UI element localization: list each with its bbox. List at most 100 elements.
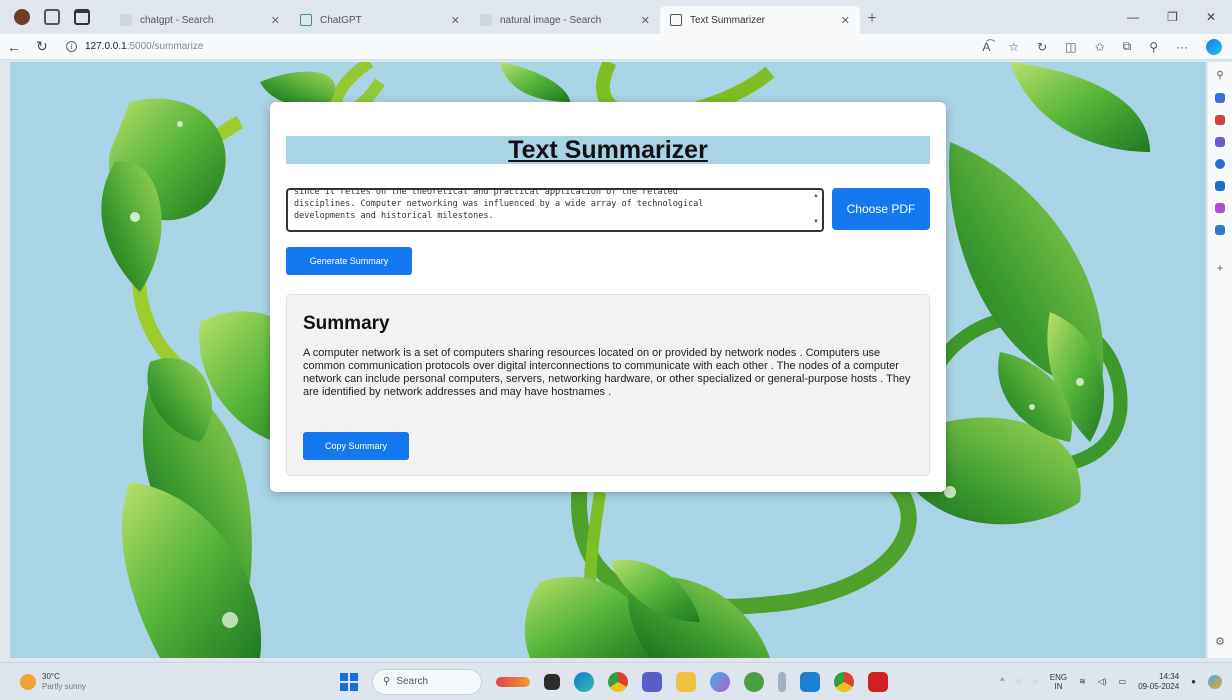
restore-icon[interactable]: ❐ bbox=[1167, 10, 1178, 24]
file-explorer-icon[interactable] bbox=[544, 673, 560, 690]
tab-title: Text Summarizer bbox=[690, 14, 766, 26]
battery-icon[interactable]: ▭ bbox=[1119, 677, 1127, 686]
url-host: 127.0.0.1 bbox=[85, 41, 127, 52]
system-tray: ^ ◌ ◌ ENG IN ≋ ◁) ▭ 14:34 09-05-2024 ● bbox=[1001, 672, 1232, 692]
close-icon[interactable]: ✕ bbox=[641, 14, 650, 27]
taskbar-search-placeholder: Search bbox=[396, 676, 429, 687]
copilot-icon[interactable] bbox=[1206, 38, 1222, 55]
page-title: Text Summarizer bbox=[508, 136, 708, 164]
textarea-scrollbar[interactable]: ▲ ▼ bbox=[812, 192, 820, 228]
copilot-sidebar-icon[interactable] bbox=[1215, 93, 1225, 103]
search-icon[interactable]: ⚲ bbox=[1216, 70, 1223, 81]
page-viewport: Text Summarizer since it relies on the t… bbox=[10, 62, 1206, 658]
tab-title: chatgpt - Search bbox=[140, 14, 214, 26]
volume-icon[interactable]: ◁) bbox=[1098, 677, 1107, 686]
chrome-profile-icon[interactable] bbox=[834, 671, 854, 692]
teams-icon[interactable] bbox=[642, 671, 662, 692]
search-favicon-icon bbox=[120, 14, 132, 26]
input-text-value: since it relies on the theoretical and p… bbox=[294, 188, 704, 221]
page-title-bar: Text Summarizer bbox=[286, 136, 930, 164]
url-path: :5000/summarize bbox=[126, 41, 204, 52]
notification-bell-icon[interactable]: ● bbox=[1191, 677, 1196, 686]
weather-sun-icon bbox=[20, 673, 36, 690]
taskbar-apps: ⚲ Search bbox=[340, 668, 888, 695]
tab-text-summarizer[interactable]: Text Summarizer ✕ bbox=[660, 6, 860, 34]
scroll-up-icon[interactable]: ▲ bbox=[812, 192, 820, 200]
vscode-icon[interactable] bbox=[800, 671, 820, 692]
close-icon[interactable]: ✕ bbox=[271, 14, 280, 27]
refresh-icon[interactable]: ↻ bbox=[28, 38, 56, 55]
summary-heading: Summary bbox=[303, 313, 390, 334]
collections-icon[interactable]: ⧉ bbox=[1123, 39, 1132, 54]
windows-taskbar: 30°C Partly sunny ⚲ Search ^ ◌ ◌ ENG IN … bbox=[0, 662, 1232, 700]
profile-icon[interactable] bbox=[14, 9, 30, 25]
extensions-icon[interactable]: ⚲ bbox=[1149, 40, 1158, 54]
weather-temp: 30°C bbox=[42, 671, 60, 681]
choose-pdf-button[interactable]: Choose PDF bbox=[832, 188, 930, 230]
weather-widget[interactable]: 30°C Partly sunny bbox=[0, 672, 340, 692]
minimize-icon[interactable]: — bbox=[1127, 10, 1139, 24]
taskbar-search[interactable]: ⚲ Search bbox=[372, 668, 482, 695]
wifi-icon[interactable]: ≋ bbox=[1079, 677, 1086, 686]
tab-natural-image-search[interactable]: natural image - Search ✕ bbox=[470, 6, 660, 34]
chrome-icon[interactable] bbox=[608, 671, 628, 692]
tab-chatgpt-search[interactable]: chatgpt - Search ✕ bbox=[110, 6, 290, 34]
close-icon[interactable]: ✕ bbox=[841, 14, 850, 27]
browser-toolbar: A͡ ☆ ↻ ◫ ✩ ⧉ ⚲ ··· bbox=[982, 38, 1232, 55]
app-green-icon[interactable] bbox=[744, 671, 764, 692]
edge-icon[interactable] bbox=[574, 671, 594, 692]
tools-icon[interactable] bbox=[1215, 159, 1225, 169]
clock[interactable]: 14:34 09-05-2024 bbox=[1138, 672, 1179, 692]
tray-app2-icon[interactable]: ◌ bbox=[1033, 677, 1038, 686]
search-favicon-icon bbox=[480, 14, 492, 26]
read-aloud-icon[interactable]: A͡ bbox=[982, 40, 990, 54]
copilot-tray-icon[interactable] bbox=[1208, 674, 1222, 689]
tab-title: natural image - Search bbox=[500, 14, 602, 26]
language-top[interactable]: ENG bbox=[1050, 673, 1067, 682]
clock-time: 14:34 bbox=[1159, 671, 1180, 681]
pdf-reader-icon[interactable] bbox=[868, 671, 888, 692]
folder-icon[interactable] bbox=[676, 671, 696, 692]
summary-text: A computer network is a set of computers… bbox=[303, 347, 911, 398]
back-icon[interactable]: ← bbox=[0, 39, 28, 55]
new-tab-button[interactable]: + bbox=[860, 7, 884, 31]
drop-icon[interactable] bbox=[1215, 225, 1225, 235]
tray-app-icon[interactable]: ◌ bbox=[1016, 677, 1021, 686]
split-screen-icon[interactable]: ◫ bbox=[1065, 40, 1076, 54]
games-icon[interactable] bbox=[1215, 137, 1225, 147]
tab-actions-icon[interactable] bbox=[74, 9, 90, 25]
input-text-area[interactable]: since it relies on the theoretical and p… bbox=[286, 188, 824, 232]
clock-date: 09-05-2024 bbox=[1138, 681, 1180, 691]
copy-summary-button[interactable]: Copy Summary bbox=[303, 432, 409, 460]
designer-icon[interactable] bbox=[1215, 203, 1225, 213]
summarizer-card: Text Summarizer since it relies on the t… bbox=[270, 102, 946, 492]
page-favicon-icon bbox=[670, 14, 682, 26]
window-icons bbox=[0, 9, 110, 25]
pen-icon[interactable] bbox=[778, 671, 786, 692]
start-icon[interactable] bbox=[340, 672, 358, 691]
outlook-icon[interactable] bbox=[1215, 181, 1225, 191]
more-icon[interactable]: ··· bbox=[1176, 40, 1188, 54]
copilot-taskbar-icon[interactable] bbox=[710, 671, 730, 692]
language-bottom[interactable]: IN bbox=[1050, 682, 1067, 691]
refresh-page-icon[interactable]: ↻ bbox=[1037, 40, 1047, 54]
window-controls: — ❐ ✕ bbox=[1127, 10, 1232, 24]
show-hidden-icons-icon[interactable]: ^ bbox=[1001, 677, 1005, 686]
favorites-icon[interactable]: ✩ bbox=[1095, 40, 1105, 54]
generate-summary-button[interactable]: Generate Summary bbox=[286, 247, 412, 275]
close-icon[interactable]: ✕ bbox=[451, 14, 460, 27]
favorite-star-icon[interactable]: ☆ bbox=[1008, 40, 1019, 54]
workspaces-icon[interactable] bbox=[44, 9, 60, 25]
tab-chatgpt[interactable]: ChatGPT ✕ bbox=[290, 6, 470, 34]
weather-desc: Partly sunny bbox=[42, 681, 87, 691]
add-icon[interactable]: + bbox=[1216, 261, 1223, 275]
news-widget-icon[interactable] bbox=[496, 676, 530, 687]
close-window-icon[interactable]: ✕ bbox=[1206, 10, 1216, 24]
scroll-down-icon[interactable]: ▼ bbox=[812, 218, 820, 226]
settings-icon[interactable]: ⚙ bbox=[1215, 635, 1225, 648]
shopping-icon[interactable] bbox=[1215, 115, 1225, 125]
site-info-icon[interactable]: i bbox=[66, 41, 77, 52]
url-field[interactable]: i 127.0.0.1:5000/summarize bbox=[66, 41, 203, 52]
summary-panel: Summary A computer network is a set of c… bbox=[286, 294, 930, 476]
browser-sidebar: ⚲ + ⚙ bbox=[1208, 62, 1232, 658]
